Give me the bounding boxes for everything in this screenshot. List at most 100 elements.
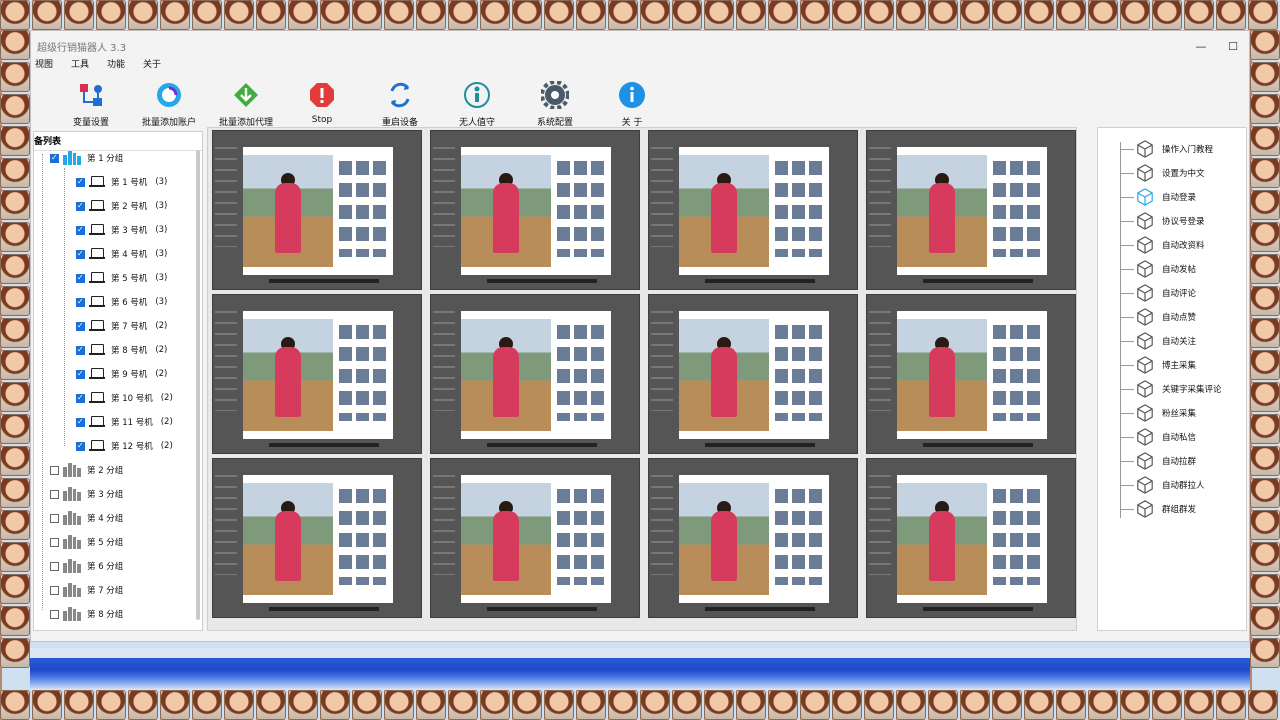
function-item[interactable]: 粉丝采集: [1136, 402, 1196, 424]
device-checkbox[interactable]: [76, 273, 85, 283]
restart-device-button[interactable]: 重启设备: [360, 81, 440, 128]
device-item[interactable]: 第 3 号机 (3): [76, 220, 167, 240]
app-window-preview: [243, 147, 393, 275]
device-item[interactable]: 第 11 号机 (2): [76, 412, 173, 432]
menu-view[interactable]: 视图: [35, 57, 53, 71]
function-item[interactable]: 自动群拉人: [1136, 474, 1205, 496]
avatar-tile: [288, 0, 318, 30]
avatar-tile: [32, 690, 62, 720]
function-item[interactable]: 自动关注: [1136, 330, 1196, 352]
stop-button[interactable]: Stop: [282, 81, 362, 125]
device-screen[interactable]: [866, 458, 1076, 618]
device-checkbox[interactable]: [76, 345, 85, 355]
group-checkbox[interactable]: [50, 537, 59, 547]
menu-functions[interactable]: 功能: [107, 57, 125, 71]
device-screen[interactable]: [866, 294, 1076, 454]
device-item[interactable]: 第 2 号机 (3): [76, 196, 167, 216]
group-checkbox[interactable]: [50, 609, 59, 619]
group-checkbox[interactable]: [50, 561, 59, 571]
group-item[interactable]: 第 4 分组: [50, 508, 123, 528]
device-screen[interactable]: [648, 458, 858, 618]
group-checkbox[interactable]: [50, 585, 59, 595]
function-item[interactable]: 协议号登录: [1136, 210, 1205, 232]
function-item[interactable]: 自动拉群: [1136, 450, 1196, 472]
device-checkbox[interactable]: [76, 321, 85, 331]
device-item[interactable]: 第 1 号机 (3): [76, 172, 167, 192]
device-screen[interactable]: [212, 294, 422, 454]
device-item[interactable]: 第 12 号机 (2): [76, 436, 173, 456]
group-label: 第 6 分组: [87, 562, 124, 572]
device-item[interactable]: 第 6 号机 (3): [76, 292, 167, 312]
device-checkbox[interactable]: [76, 249, 85, 259]
group-checkbox[interactable]: [50, 153, 59, 163]
maximize-button[interactable]: ☐: [1217, 40, 1249, 53]
device-screen[interactable]: [430, 130, 640, 290]
device-checkbox[interactable]: [76, 297, 85, 307]
device-screen[interactable]: [430, 458, 640, 618]
function-item[interactable]: 自动私信: [1136, 426, 1196, 448]
add-accounts-button[interactable]: 批量添加账户: [129, 81, 209, 128]
device-checkbox[interactable]: [76, 393, 85, 403]
photo-subject: [275, 347, 301, 417]
minimize-button[interactable]: —: [1185, 40, 1217, 53]
function-item[interactable]: 自动改资料: [1136, 234, 1205, 256]
group-item[interactable]: 第 5 分组: [50, 532, 123, 552]
function-item[interactable]: 关键字采集评论: [1136, 378, 1222, 400]
device-checkbox[interactable]: [76, 417, 85, 427]
group-label: 第 1 分组: [87, 154, 124, 164]
group-checkbox[interactable]: [50, 513, 59, 523]
tree-branch: [1120, 293, 1134, 294]
avatar-tile: [640, 690, 670, 720]
device-checkbox[interactable]: [76, 441, 85, 451]
group-item[interactable]: 第 7 分组: [50, 580, 123, 600]
group-item[interactable]: 第 1 分组: [50, 148, 123, 168]
device-screen[interactable]: [648, 130, 858, 290]
cube-icon: [1137, 188, 1153, 206]
group-icon: [63, 511, 81, 525]
menu-tools[interactable]: 工具: [71, 57, 89, 71]
device-count: (3): [155, 201, 168, 211]
device-screen[interactable]: [212, 458, 422, 618]
group-item[interactable]: 第 8 分组: [50, 604, 123, 624]
device-checkbox[interactable]: [76, 369, 85, 379]
cube-icon: [1137, 332, 1153, 350]
photo-subject: [493, 183, 519, 253]
device-screen[interactable]: [648, 294, 858, 454]
menu-about[interactable]: 关于: [143, 57, 161, 71]
group-checkbox[interactable]: [50, 489, 59, 499]
app-window-preview: [461, 311, 611, 439]
device-screen[interactable]: [866, 130, 1076, 290]
device-item[interactable]: 第 9 号机 (2): [76, 364, 167, 384]
device-item[interactable]: 第 8 号机 (2): [76, 340, 167, 360]
device-checkbox[interactable]: [76, 177, 85, 187]
function-item[interactable]: 自动发帖: [1136, 258, 1196, 280]
device-checkbox[interactable]: [76, 225, 85, 235]
function-item[interactable]: 群组群发: [1136, 498, 1196, 520]
function-item[interactable]: 自动点赞: [1136, 306, 1196, 328]
function-item[interactable]: 设置为中文: [1136, 162, 1205, 184]
device-screen[interactable]: [212, 130, 422, 290]
system-config-button[interactable]: 系统配置: [515, 80, 595, 128]
variables-button[interactable]: 变量设置: [51, 81, 131, 128]
device-checkbox[interactable]: [76, 201, 85, 211]
group-item[interactable]: 第 6 分组: [50, 556, 123, 576]
group-item[interactable]: 第 3 分组: [50, 484, 123, 504]
add-proxies-button[interactable]: 批量添加代理: [206, 81, 286, 128]
device-item[interactable]: 第 4 号机 (3): [76, 244, 167, 264]
unattended-button[interactable]: 无人值守: [437, 81, 517, 128]
device-item[interactable]: 第 10 号机 (2): [76, 388, 173, 408]
function-item[interactable]: 自动评论: [1136, 282, 1196, 304]
function-item[interactable]: 操作入门教程: [1136, 138, 1213, 160]
toolbar-label: 批量添加账户: [141, 118, 196, 128]
device-item[interactable]: 第 7 号机 (2): [76, 316, 167, 336]
function-item[interactable]: 自动登录: [1136, 186, 1196, 208]
about-button[interactable]: 关 于: [592, 81, 672, 128]
app-sidebar-preview: [433, 475, 455, 575]
device-item[interactable]: 第 5 号机 (3): [76, 268, 167, 288]
group-checkbox[interactable]: [50, 465, 59, 475]
device-screen[interactable]: [430, 294, 640, 454]
function-item[interactable]: 博主采集: [1136, 354, 1196, 376]
device-list-scrollbar[interactable]: [196, 150, 200, 620]
avatar-tile: [320, 0, 350, 30]
group-item[interactable]: 第 2 分组: [50, 460, 123, 480]
